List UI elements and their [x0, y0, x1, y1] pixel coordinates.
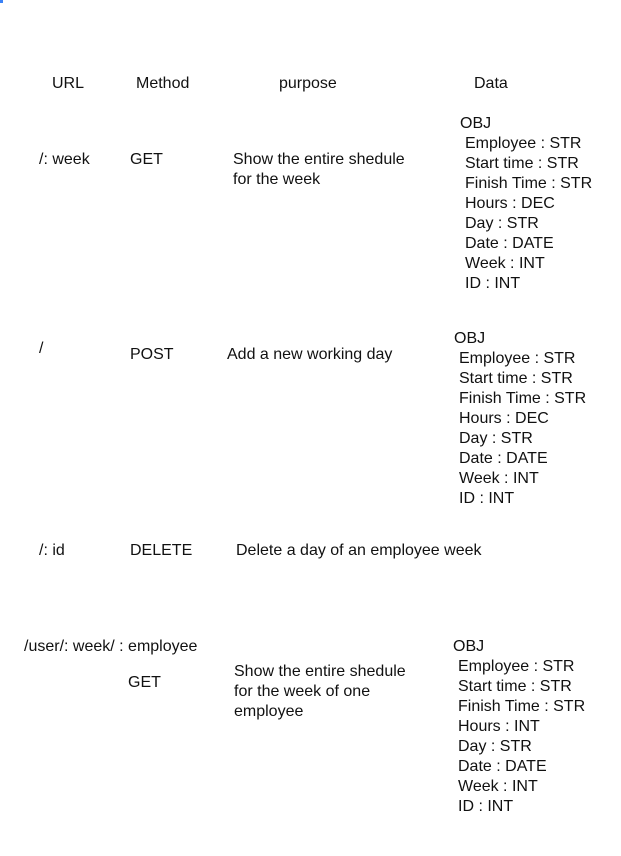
route-purpose: Show the entire shedule for the week — [233, 150, 405, 190]
data-field: Date : DATE — [459, 450, 548, 467]
data-field: Week : INT — [458, 778, 538, 795]
data-field: Employee : STR — [465, 135, 582, 152]
data-field: Date : DATE — [465, 235, 554, 252]
route-method: DELETE — [130, 542, 193, 559]
data-field: Date : DATE — [458, 758, 547, 775]
data-field: Day : STR — [459, 430, 533, 447]
route-purpose: Show the entire shedule for the week of … — [234, 662, 406, 722]
data-field: Start time : STR — [459, 370, 573, 387]
header-url: URL — [52, 75, 85, 92]
data-type: OBJ — [453, 638, 485, 655]
data-field: Start time : STR — [465, 155, 579, 172]
data-field: Day : STR — [465, 215, 539, 232]
data-field: Week : INT — [459, 470, 539, 487]
purpose-line: for the week — [233, 171, 321, 188]
data-field: Employee : STR — [458, 658, 575, 675]
data-field: ID : INT — [459, 490, 515, 507]
data-field: ID : INT — [465, 275, 521, 292]
purpose-line: Show the entire shedule — [234, 663, 406, 680]
purpose-line: Show the entire shedule — [233, 151, 405, 168]
route-method: POST — [130, 346, 174, 363]
corner-marker — [0, 0, 3, 3]
header-method: Method — [136, 75, 190, 92]
data-field: Employee : STR — [459, 350, 576, 367]
route-data-object: OBJ Employee : STR Start time : STR Fini… — [460, 114, 592, 294]
data-type: OBJ — [460, 115, 492, 132]
route-method: GET — [128, 674, 161, 691]
route-purpose: Add a new working day — [227, 345, 392, 365]
data-type: OBJ — [454, 330, 486, 347]
route-url: / — [39, 340, 44, 357]
route-url: /: week — [39, 151, 90, 168]
route-method: GET — [130, 151, 163, 168]
data-field: Start time : STR — [458, 678, 572, 695]
data-field: Day : STR — [458, 738, 532, 755]
data-field: Finish Time : STR — [458, 698, 586, 715]
purpose-line: employee — [234, 703, 304, 720]
purpose-line: for the week of one — [234, 683, 371, 700]
route-url: /: id — [39, 542, 65, 559]
purpose-line: Add a new working day — [227, 346, 393, 363]
data-field: ID : INT — [458, 798, 514, 815]
data-field: Hours : DEC — [459, 410, 549, 427]
data-field: Hours : DEC — [465, 195, 555, 212]
data-field: Week : INT — [465, 255, 545, 272]
data-field: Finish Time : STR — [465, 175, 593, 192]
route-data-object: OBJ Employee : STR Start time : STR Fini… — [453, 637, 585, 817]
route-purpose: Delete a day of an employee week — [236, 541, 481, 561]
route-url: /user/: week/ : employee — [24, 638, 198, 655]
purpose-line: Delete a day of an employee week — [236, 542, 482, 559]
data-field: Finish Time : STR — [459, 390, 587, 407]
route-data-object: OBJ Employee : STR Start time : STR Fini… — [454, 329, 586, 509]
header-purpose: purpose — [279, 75, 337, 92]
header-data: Data — [474, 75, 508, 92]
data-field: Hours : INT — [458, 718, 540, 735]
